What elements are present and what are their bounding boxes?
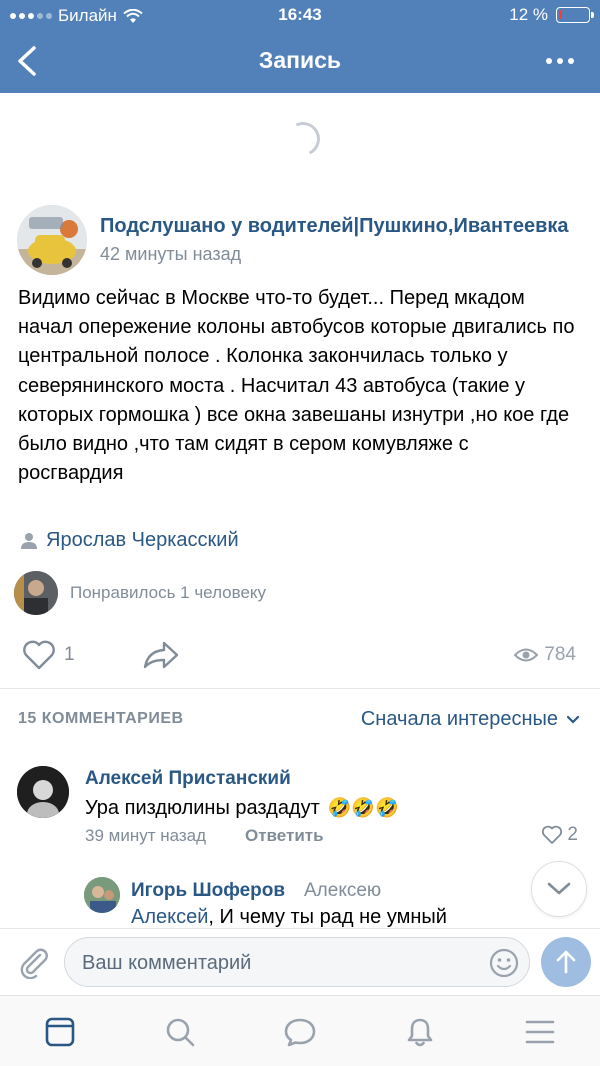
bell-icon [407,1018,433,1047]
battery-percent: 12 % [509,5,548,24]
author-name: Ярослав Черкасский [46,529,239,551]
comment-like-button[interactable]: 2 [541,824,578,846]
comment-input[interactable]: Ваш комментарий [64,937,530,987]
reply-mention[interactable]: Алексей [131,906,208,928]
tab-menu[interactable] [522,1014,558,1050]
divider [0,688,600,689]
post-time: 42 минуты назад [100,244,242,264]
comment-like-count: 2 [567,824,578,845]
status-right: 12 % [509,5,594,25]
post-actions: 1 784 [0,636,600,676]
comment-avatar[interactable] [17,766,69,818]
group-name-link[interactable]: Подслушано у водителей|Пушкино,Ивантеевк… [100,215,580,238]
reply-button[interactable]: Ответить [245,826,324,846]
reply-text-body: , И чему ты рад не умный [208,906,447,928]
loading-spinner-icon [281,117,325,161]
tab-notifications[interactable] [402,1014,438,1050]
news-feed-icon [45,1017,75,1047]
comment-text: Ура пиздюлины раздадут 🤣🤣🤣 [85,796,399,820]
share-arrow-icon [143,641,179,669]
reply-target[interactable]: Алексею [304,880,381,902]
smile-icon[interactable] [489,948,519,978]
group-avatar[interactable] [17,205,87,275]
heart-icon [23,640,55,670]
post-author[interactable]: Ярослав Черкасский [20,529,239,552]
tab-news[interactable] [42,1014,78,1050]
chevron-down-icon [566,715,580,724]
views-counter: 784 [514,644,576,666]
status-bar: Билайн 16:43 12 % [0,0,600,32]
chevron-down-icon [547,882,571,895]
like-button[interactable]: 1 [22,640,75,670]
arrow-up-icon [556,950,576,974]
battery-icon [556,7,594,23]
post-text: Видимо сейчас в Москве что-то будет... П… [18,287,575,485]
person-icon [21,532,37,549]
send-button[interactable] [541,937,591,987]
scroll-down-button[interactable] [531,861,587,917]
share-button[interactable] [142,640,180,675]
tab-search[interactable] [162,1014,198,1050]
eye-icon [514,648,539,662]
comments-count: 15 КОММЕНТАРИЕВ [18,710,184,727]
comment-time: 39 минут назад [85,826,207,845]
comment-placeholder: Ваш комментарий [82,952,252,974]
heart-icon [542,825,563,844]
message-bubble-icon [284,1018,316,1047]
search-icon [166,1018,195,1047]
reply-text: Алексей, И чему ты рад не умный [131,906,447,929]
more-options-icon[interactable] [546,58,574,64]
laughing-emoji-icon: 🤣🤣🤣 [327,798,399,819]
battery-level [559,10,562,19]
reply-author[interactable]: Игорь Шоферов [131,880,285,902]
liked-by-label[interactable]: Понравилось 1 человеку [70,583,266,603]
liker-avatar[interactable] [14,571,58,615]
tab-bar [0,995,600,1066]
hamburger-menu-icon [525,1020,555,1044]
paperclip-icon[interactable] [16,945,50,979]
comments-sort-dropdown[interactable]: Сначала интересные [361,708,580,731]
comment-composer: Ваш комментарий [0,928,600,994]
page-title: Запись [258,47,342,73]
views-count: 784 [544,644,576,665]
reply-avatar[interactable] [84,877,120,913]
like-count: 1 [64,644,75,665]
sort-label: Сначала интересные [360,708,558,730]
comment-author[interactable]: Алексей Пристанский [85,768,291,790]
comment-text-body: Ура пиздюлины раздадут [85,796,320,819]
tab-messages[interactable] [282,1014,318,1050]
header-bar: Билайн 16:43 12 % Запись [0,0,600,93]
